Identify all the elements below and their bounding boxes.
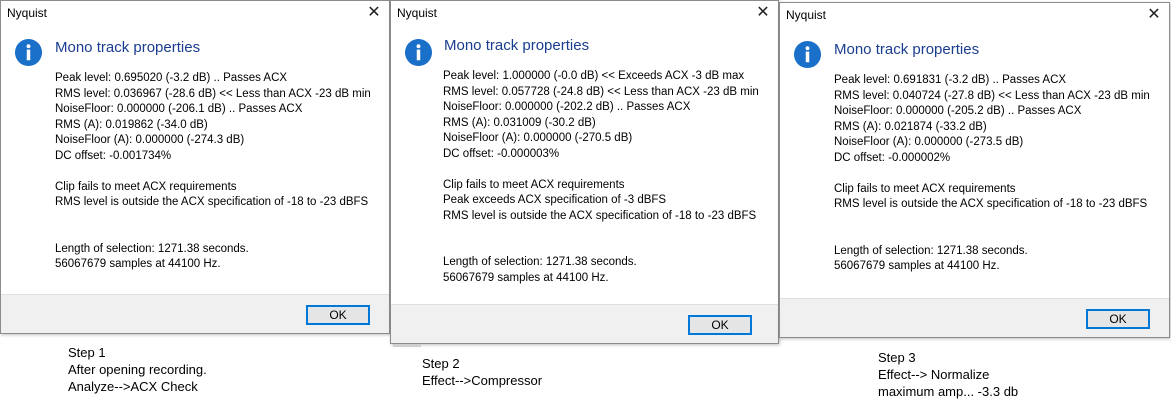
close-icon[interactable]: ✕ xyxy=(363,3,385,23)
close-icon[interactable]: ✕ xyxy=(752,3,774,23)
step-detail: Effect--> Normalize xyxy=(878,367,990,382)
result-line: RMS level is outside the ACX specificati… xyxy=(834,198,1148,210)
step-2-caption: Step 2 Effect-->Compressor xyxy=(422,355,542,389)
rms-a-line: RMS (A): 0.019862 (-34.0 dB) xyxy=(55,118,208,131)
dialog-footer: OK xyxy=(1,294,389,333)
rms-a-line: RMS (A): 0.021874 (-33.2 dB) xyxy=(834,120,987,133)
ok-button[interactable]: OK xyxy=(688,315,752,335)
dc-offset-line: DC offset: -0.000003% xyxy=(443,147,560,160)
dialog-heading: Mono track properties xyxy=(55,39,201,56)
dialog-title: Nyquist xyxy=(397,6,438,20)
step-3-caption: Step 3 Effect--> Normalize maximum amp..… xyxy=(878,349,1018,400)
dialog-footer: OK xyxy=(391,304,778,343)
noise-floor-line: NoiseFloor: 0.000000 (-206.1 dB) .. Pass… xyxy=(55,103,303,115)
dc-offset-line: DC offset: -0.001734% xyxy=(55,149,172,162)
selection-length-line: Length of selection: 1271.38 seconds. xyxy=(834,244,1028,257)
result-line: RMS level is outside the ACX specificati… xyxy=(443,209,757,222)
title-bar[interactable]: Nyquist ✕ xyxy=(391,1,778,25)
peak-level-line: Peak level: 1.000000 (-0.0 dB) << Exceed… xyxy=(443,70,745,82)
window-edge-mark xyxy=(393,344,421,347)
info-icon xyxy=(14,38,43,67)
selection-length-line: Length of selection: 1271.38 seconds. xyxy=(443,256,637,268)
noise-floor-line: NoiseFloor: 0.000000 (-202.2 dB) .. Pass… xyxy=(443,101,691,113)
dc-offset-line: DC offset: -0.000002% xyxy=(834,151,951,164)
step-detail: Analyze-->ACX Check xyxy=(68,379,198,394)
sample-count-line: 56067679 samples at 44100 Hz. xyxy=(443,271,609,284)
message-text: Peak level: 0.691831 (-3.2 dB) .. Passes… xyxy=(834,73,1150,275)
noise-floor-line: NoiseFloor: 0.000000 (-205.2 dB) .. Pass… xyxy=(834,105,1082,117)
step-label: Step 3 xyxy=(878,350,916,365)
step-detail: After opening recording. xyxy=(68,362,207,377)
rms-level-line: RMS level: 0.036967 (-28.6 dB) << Less t… xyxy=(55,87,371,100)
rms-a-line: RMS (A): 0.031009 (-30.2 dB) xyxy=(443,116,596,129)
title-bar[interactable]: Nyquist ✕ xyxy=(780,3,1169,27)
dialog-footer: OK xyxy=(780,298,1169,337)
noise-floor-a-line: NoiseFloor (A): 0.000000 (-274.3 dB) xyxy=(55,134,245,146)
dialog-title: Nyquist xyxy=(7,6,48,20)
step-detail: Effect-->Compressor xyxy=(422,373,543,388)
step-1-caption: Step 1 After opening recording. Analyze-… xyxy=(68,344,207,395)
message-text: Peak level: 1.000000 (-0.0 dB) << Exceed… xyxy=(443,69,759,286)
peak-level-line: Peak level: 0.695020 (-3.2 dB) .. Passes… xyxy=(55,72,288,84)
dialog-step-3: Nyquist ✕ Mono track properties Peak lev… xyxy=(779,2,1170,338)
noise-floor-a-line: NoiseFloor (A): 0.000000 (-270.5 dB) xyxy=(443,132,633,144)
selection-length-line: Length of selection: 1271.38 seconds. xyxy=(55,242,249,255)
dialog-heading: Mono track properties xyxy=(444,37,590,54)
ok-button[interactable]: OK xyxy=(1086,309,1150,329)
dialog-step-2: Nyquist ✕ Mono track properties Peak lev… xyxy=(390,0,779,344)
dialog-heading: Mono track properties xyxy=(834,41,980,58)
result-line: Clip fails to meet ACX requirements xyxy=(443,178,625,191)
title-bar[interactable]: Nyquist ✕ xyxy=(1,1,389,25)
close-icon[interactable]: ✕ xyxy=(1143,5,1165,25)
result-line: Clip fails to meet ACX requirements xyxy=(834,182,1016,195)
step-label: Step 2 xyxy=(422,356,460,371)
ok-button[interactable]: OK xyxy=(306,305,370,325)
result-line: RMS level is outside the ACX specificati… xyxy=(55,196,369,208)
step-detail: maximum amp... -3.3 db xyxy=(878,384,1019,399)
info-icon xyxy=(793,40,822,69)
rms-level-line: RMS level: 0.057728 (-24.8 dB) << Less t… xyxy=(443,85,759,98)
rms-level-line: RMS level: 0.040724 (-27.8 dB) << Less t… xyxy=(834,89,1150,102)
noise-floor-a-line: NoiseFloor (A): 0.000000 (-273.5 dB) xyxy=(834,136,1024,148)
message-text: Peak level: 0.695020 (-3.2 dB) .. Passes… xyxy=(55,71,371,273)
info-icon xyxy=(404,38,433,67)
result-line: Peak exceeds ACX specification of -3 dBF… xyxy=(443,194,667,206)
result-line: Clip fails to meet ACX requirements xyxy=(55,180,237,193)
dialog-title: Nyquist xyxy=(786,8,827,22)
dialog-step-1: Nyquist ✕ Mono track properties Peak lev… xyxy=(0,0,390,334)
peak-level-line: Peak level: 0.691831 (-3.2 dB) .. Passes… xyxy=(834,74,1067,86)
sample-count-line: 56067679 samples at 44100 Hz. xyxy=(834,260,1000,272)
sample-count-line: 56067679 samples at 44100 Hz. xyxy=(55,258,221,270)
step-label: Step 1 xyxy=(68,345,106,360)
